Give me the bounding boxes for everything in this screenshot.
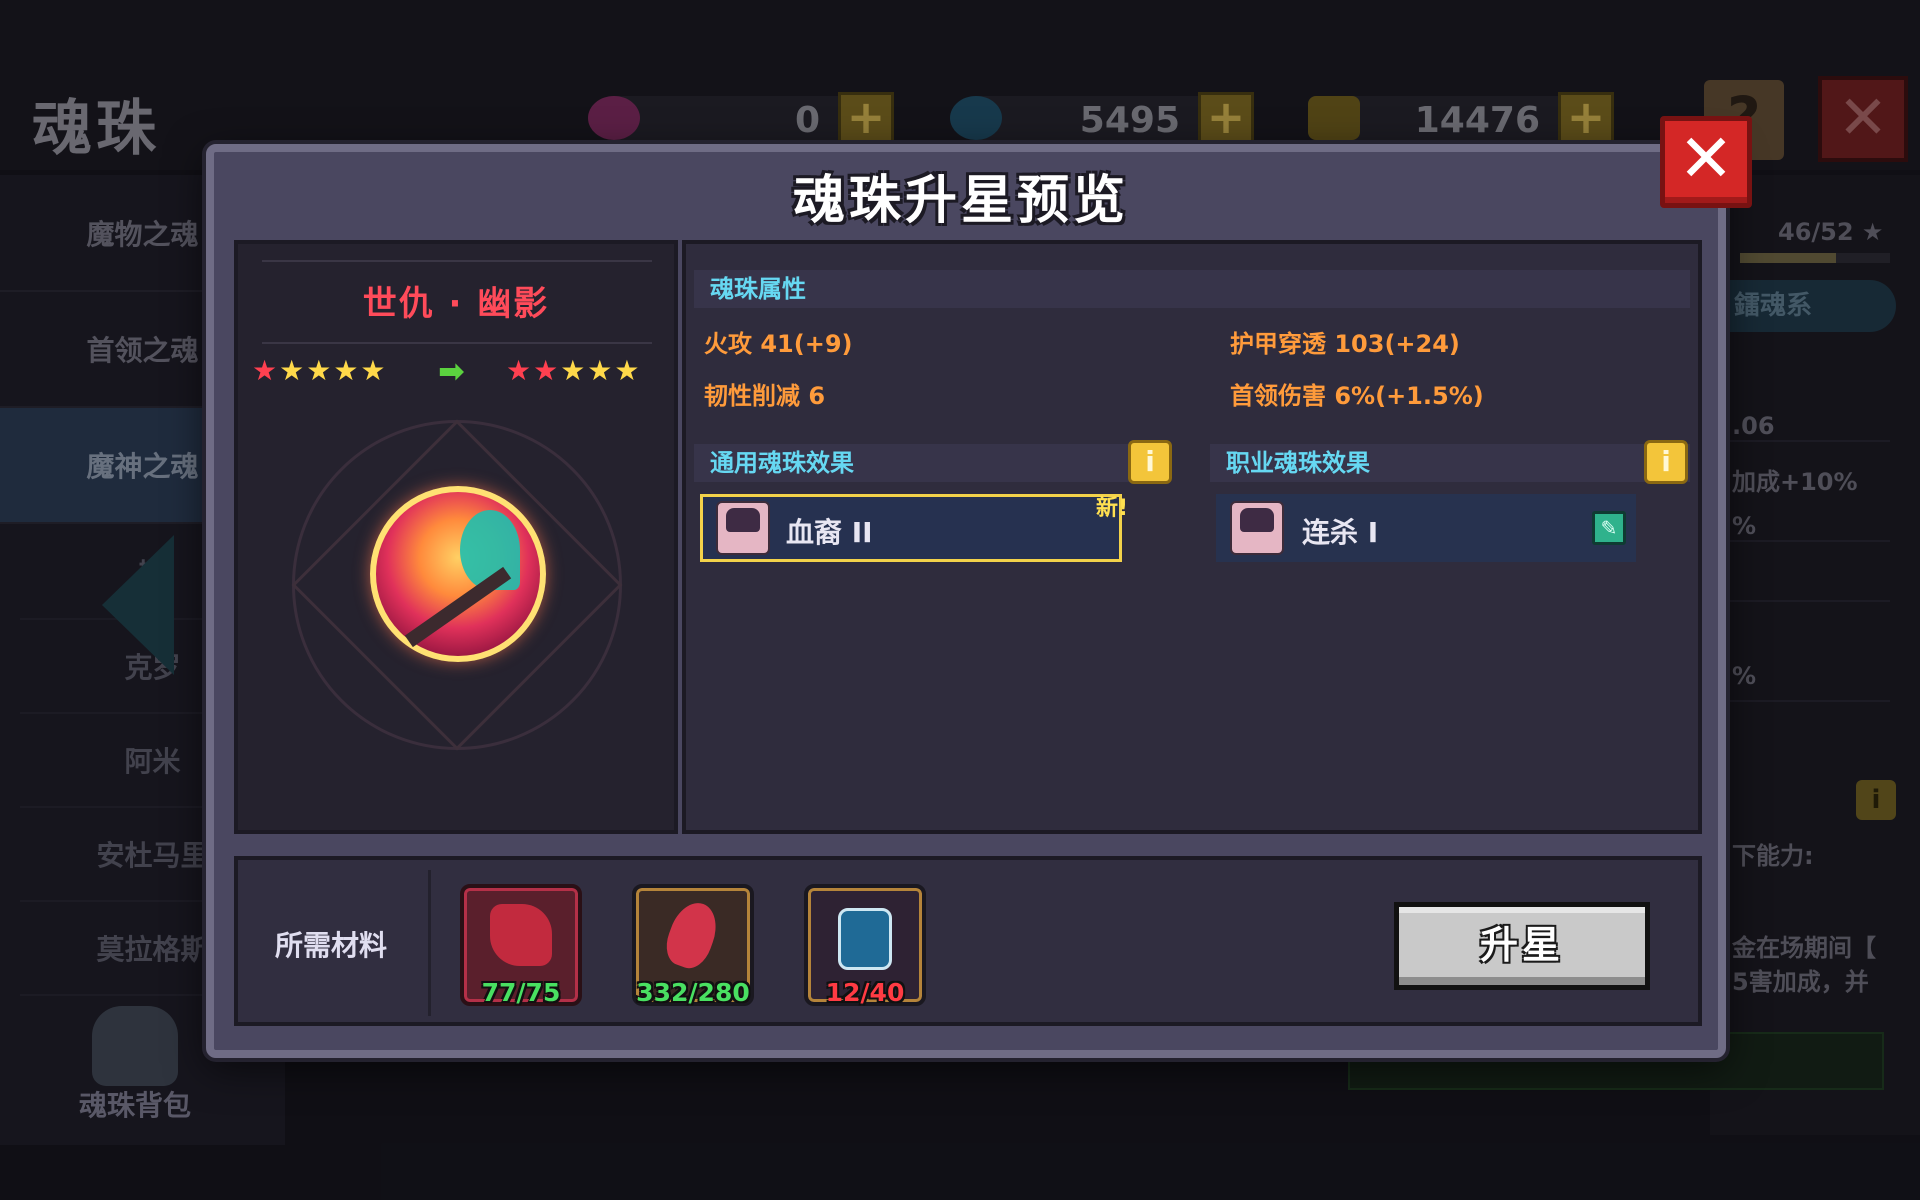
attr-toughness-reduction: 韧性削减 6 — [704, 382, 826, 410]
material-count-1: 77/75 — [481, 978, 561, 1007]
attr-armor-penetration: 护甲穿透 103(+24) — [1230, 330, 1460, 358]
attributes-header: 魂珠属性 — [694, 270, 1690, 308]
soul-orb-name: 世仇 · 幽影 — [362, 284, 550, 324]
class-effect-header: 职业魂珠效果 — [1210, 444, 1690, 482]
star-jar-icon-art — [838, 908, 892, 970]
star-icon: ★★ — [506, 354, 561, 387]
materials-label: 所需材料 — [274, 929, 387, 962]
avatar-hair — [726, 508, 760, 532]
stars-before: ★★★★★ — [252, 354, 388, 387]
attr-fire-attack: 火攻 41(+9) — [704, 330, 853, 358]
common-effect-info-button[interactable]: i — [1128, 440, 1172, 484]
common-effect-header: 通用魂珠效果 — [694, 444, 1170, 482]
dialog-close-button[interactable]: ✕ — [1660, 116, 1752, 208]
stars-remaining: ★★★★ — [279, 354, 388, 387]
new-badge: 新! — [1096, 496, 1129, 521]
materials-divider — [428, 870, 431, 1016]
arrow-right-icon: ➡ — [438, 352, 465, 390]
edit-icon[interactable]: ✎ — [1592, 511, 1626, 545]
dialog-title: 魂珠升星预览 — [792, 171, 1129, 231]
class-effect-label: 连杀 I — [1302, 516, 1379, 549]
red-dragon-icon-art — [490, 904, 552, 966]
common-effect-label: 血裔 II — [786, 516, 873, 549]
stars-remaining: ★★★ — [560, 354, 642, 387]
material-count-3: 12/40 — [825, 978, 905, 1007]
upgrade-star-button[interactable]: 升星 — [1394, 902, 1650, 990]
avatar-hair — [1240, 508, 1274, 532]
class-effect-info-button[interactable]: i — [1644, 440, 1688, 484]
star-icon: ★ — [252, 354, 280, 387]
stars-after: ★★★★★ — [506, 354, 642, 387]
attr-boss-damage: 首领伤害 6%(+1.5%) — [1230, 382, 1484, 410]
material-count-2: 332/280 — [636, 978, 750, 1007]
